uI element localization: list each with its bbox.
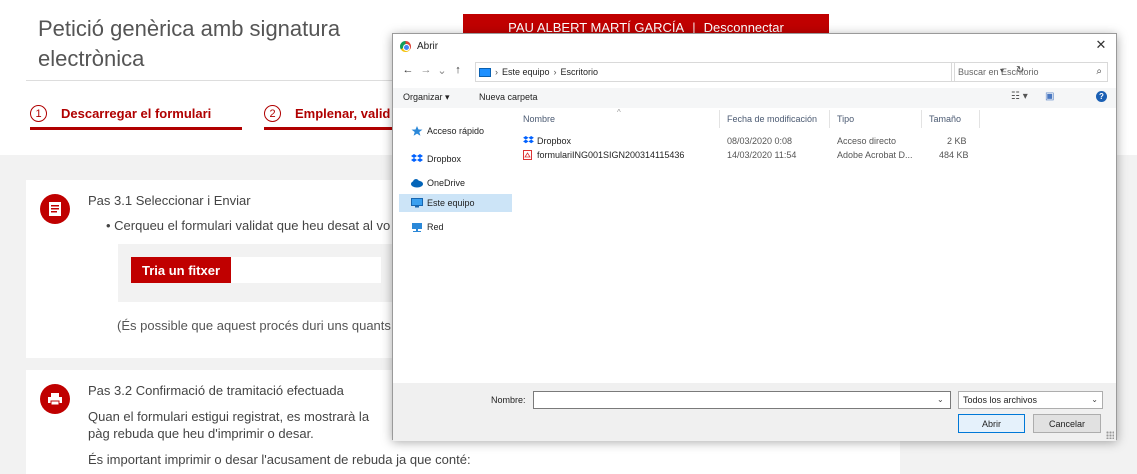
pdf-icon — [523, 150, 532, 162]
computer-icon — [411, 198, 423, 208]
dialog-toolbar: Organizar ▾ Nueva carpeta ☷ ▾ ▣ ? — [393, 88, 1116, 108]
back-arrow-icon[interactable]: ← — [401, 64, 415, 76]
column-divider[interactable] — [829, 110, 830, 128]
resize-grip[interactable] — [1106, 431, 1114, 439]
breadcrumb-separator: › — [495, 67, 498, 77]
sidebar-item-label: Red — [427, 222, 444, 232]
dialog-title: Abrir — [417, 40, 439, 52]
cancel-button[interactable]: Cancelar — [1033, 414, 1101, 433]
search-input[interactable]: Buscar en Escritorio ⌕ — [951, 62, 1108, 82]
sidebar-item-onedrive[interactable]: OneDrive — [399, 174, 512, 192]
help-icon[interactable]: ? — [1096, 91, 1107, 102]
step-heading: Pas 3.1 Seleccionar i Enviar — [88, 193, 251, 208]
step-number: 2 — [264, 105, 281, 122]
computer-icon — [479, 67, 491, 77]
filetype-select[interactable]: Todos los archivos ⌄ — [958, 391, 1103, 409]
file-row-formulari[interactable]: formulariING001SIGN200314115436 14/03/20… — [515, 149, 975, 163]
search-icon: ⌕ — [1096, 66, 1102, 77]
step-label: Emplenar, valid — [295, 106, 391, 121]
new-folder-button[interactable]: Nueva carpeta — [479, 92, 538, 102]
file-size: 484 KB — [939, 150, 969, 160]
sidebar-item-este-equipo[interactable]: Este equipo — [399, 194, 512, 212]
title-divider — [26, 80, 392, 81]
chosen-file-field — [231, 257, 381, 283]
filetype-value: Todos los archivos — [963, 395, 1038, 405]
instruction-bullet: • Cerqueu el formulari validat que heu d… — [106, 218, 391, 233]
important-text: És important imprimir o desar l'acusamen… — [88, 452, 471, 467]
page-title: Petició genèrica amb signatura electròni… — [38, 16, 341, 71]
search-placeholder: Buscar en Escritorio — [958, 67, 1039, 77]
file-size: 2 KB — [947, 136, 967, 146]
sidebar-item-label: Dropbox — [427, 154, 462, 164]
step-label: Descarregar el formulari — [61, 106, 212, 121]
confirmation-text: Quan el formulari estigui registrat, es … — [88, 409, 370, 441]
file-type: Acceso directo — [837, 136, 897, 146]
network-icon — [411, 222, 423, 232]
printer-icon — [40, 384, 70, 414]
preview-pane-icon[interactable]: ▣ — [1045, 91, 1054, 102]
sidebar-item-label: Acceso rápido — [427, 126, 485, 136]
file-list: ^ Nombre Fecha de modificación Tipo Tama… — [515, 108, 1113, 383]
file-row-dropbox[interactable]: Dropbox 08/03/2020 0:08 Acceso directo 2… — [515, 135, 975, 149]
filename-history-chevron-icon[interactable]: ⌄ — [937, 395, 944, 404]
chrome-icon — [400, 40, 411, 52]
close-icon[interactable]: ✕ — [1094, 37, 1108, 52]
column-header-type[interactable]: Tipo — [837, 114, 854, 124]
step-heading: Pas 3.2 Confirmació de tramitació efectu… — [88, 383, 344, 398]
open-file-dialog: Abrir ✕ ← → ⌄ ↑ › Este equipo › Escritor… — [392, 33, 1117, 441]
sort-ascending-icon: ^ — [617, 108, 621, 117]
recent-locations-chevron-icon[interactable]: ⌄ — [435, 64, 449, 77]
navigation-row: ← → ⌄ ↑ › Este equipo › Escritorio ▾ ↻ B… — [393, 62, 1116, 82]
file-date: 08/03/2020 0:08 — [727, 136, 793, 146]
sidebar-item-dropbox[interactable]: Dropbox — [399, 150, 512, 168]
step-tab-fill[interactable]: 2 Emplenar, valid — [264, 100, 394, 130]
breadcrumb-escritorio[interactable]: Escritorio — [561, 67, 599, 77]
dropbox-icon — [523, 136, 534, 147]
dialog-titlebar[interactable]: Abrir ✕ — [393, 34, 1116, 58]
view-options-icon[interactable]: ☷ ▾ — [1011, 91, 1028, 102]
choose-file-button[interactable]: Tria un fitxer — [131, 257, 231, 283]
filename-label: Nombre: — [491, 395, 526, 405]
filename-input[interactable] — [533, 391, 951, 409]
address-bar[interactable]: › Este equipo › Escritorio ▾ ↻ — [475, 62, 1024, 82]
step-tab-download[interactable]: 1 Descarregar el formulari — [30, 100, 242, 130]
file-name: Dropbox — [537, 136, 572, 146]
forward-arrow-icon[interactable]: → — [419, 64, 433, 76]
up-arrow-icon[interactable]: ↑ — [451, 64, 465, 76]
file-picker: Tria un fitxer — [118, 244, 408, 302]
column-header-date[interactable]: Fecha de modificación — [727, 114, 817, 124]
file-name: formulariING001SIGN200314115436 — [537, 150, 685, 160]
chevron-down-icon: ⌄ — [1091, 395, 1098, 404]
column-divider[interactable] — [921, 110, 922, 128]
step-number: 1 — [30, 105, 47, 122]
breadcrumb-este-equipo[interactable]: Este equipo — [502, 67, 550, 77]
star-icon — [411, 126, 423, 136]
breadcrumb-separator: › — [553, 67, 557, 77]
navigation-pane: Acceso rápido Dropbox OneDrive Este equi… — [393, 108, 515, 383]
column-header-size[interactable]: Tamaño — [929, 114, 961, 124]
document-icon — [40, 194, 70, 224]
process-note: (És possible que aquest procés duri uns … — [117, 318, 402, 333]
dialog-footer: Nombre: ⌄ Todos los archivos ⌄ Abrir Can… — [393, 383, 1116, 441]
column-header-name[interactable]: Nombre — [523, 114, 555, 124]
column-divider[interactable] — [979, 110, 980, 128]
sidebar-item-label: Este equipo — [427, 198, 475, 208]
file-date: 14/03/2020 11:54 — [727, 150, 797, 160]
column-divider[interactable] — [719, 110, 720, 128]
sidebar-item-red[interactable]: Red — [399, 218, 512, 236]
organize-menu[interactable]: Organizar ▾ — [403, 92, 450, 103]
sidebar-item-acceso-rapido[interactable]: Acceso rápido — [399, 122, 512, 140]
open-button[interactable]: Abrir — [958, 414, 1025, 433]
cloud-icon — [411, 178, 423, 188]
dropbox-icon — [411, 154, 423, 164]
sidebar-item-label: OneDrive — [427, 178, 466, 188]
file-type: Adobe Acrobat D... — [837, 150, 913, 160]
